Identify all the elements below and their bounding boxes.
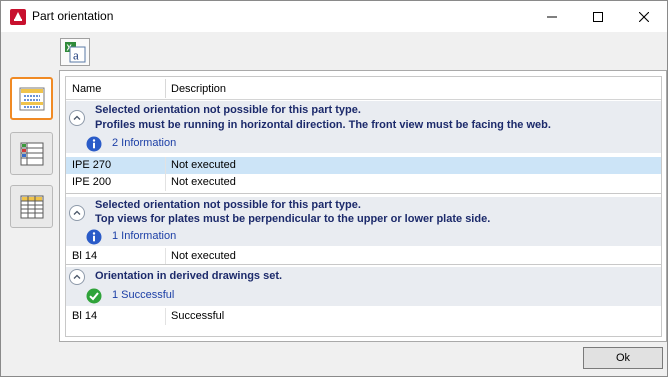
group-count[interactable]: 1 Information — [112, 230, 176, 242]
success-check-icon — [86, 288, 102, 304]
table-row[interactable]: Bl 14 Not executed — [66, 248, 661, 265]
excel-export-icon: X a — [65, 42, 86, 63]
message-group: Orientation in derived drawings set. 1 S… — [66, 267, 661, 325]
view-table-button[interactable] — [10, 132, 53, 175]
part-orientation-dialog: Part orientation X a Name Description Se… — [0, 0, 668, 377]
collapse-button[interactable] — [69, 110, 85, 126]
export-excel-button[interactable]: X a — [60, 38, 90, 66]
app-icon — [10, 9, 26, 25]
row-name: IPE 200 — [72, 176, 112, 188]
close-icon — [639, 11, 649, 22]
view-sheet-button[interactable] — [10, 185, 53, 228]
row-name: Bl 14 — [72, 250, 98, 262]
group-summary: 1 Successful — [66, 286, 661, 306]
message-group: Selected orientation not possible for th… — [66, 101, 661, 193]
message-group: Selected orientation not possible for th… — [66, 197, 661, 265]
collapse-button[interactable] — [69, 205, 85, 221]
group-count[interactable]: 2 Information — [112, 137, 176, 149]
chevron-up-icon — [73, 115, 81, 120]
results-panel: Name Description Selected orientation no… — [59, 70, 667, 342]
group-message-line1: Orientation in derived drawings set. — [95, 270, 283, 282]
group-header: Selected orientation not possible for th… — [66, 197, 661, 228]
column-divider[interactable] — [165, 79, 166, 98]
row-name: Bl 14 — [72, 310, 98, 322]
window-title: Part orientation — [32, 9, 114, 23]
ok-button[interactable]: Ok — [583, 347, 663, 369]
results-grid: Name Description Selected orientation no… — [65, 76, 662, 337]
group-header: Selected orientation not possible for th… — [66, 101, 661, 135]
table-row[interactable]: Bl 14 Successful — [66, 308, 661, 325]
maximize-icon — [593, 11, 603, 22]
table-icon — [20, 142, 43, 165]
group-header: Orientation in derived drawings set. — [66, 267, 661, 286]
grouped-list-icon — [19, 87, 44, 110]
row-description: Not executed — [171, 159, 236, 171]
row-description: Not executed — [171, 250, 236, 262]
group-count[interactable]: 1 Successful — [112, 289, 174, 301]
table-row[interactable]: IPE 200 Not executed — [66, 174, 661, 191]
chevron-up-icon — [73, 274, 81, 279]
chevron-up-icon — [73, 210, 81, 215]
group-divider — [66, 193, 661, 194]
cell-divider — [165, 308, 166, 325]
info-icon — [86, 136, 102, 152]
group-summary: 2 Information — [66, 135, 661, 153]
minimize-button[interactable] — [529, 1, 575, 32]
svg-text:a: a — [73, 48, 79, 63]
group-message-line1: Selected orientation not possible for th… — [95, 104, 361, 116]
spreadsheet-icon — [20, 195, 43, 218]
row-description: Successful — [171, 310, 225, 322]
row-name: IPE 270 — [72, 159, 112, 171]
minimize-icon — [547, 16, 557, 17]
view-grouped-button[interactable] — [10, 77, 53, 120]
info-icon — [86, 229, 102, 245]
grid-header: Name Description — [66, 77, 661, 100]
group-message-line1: Selected orientation not possible for th… — [95, 199, 361, 211]
collapse-button[interactable] — [69, 269, 85, 285]
group-message-line2: Profiles must be running in horizontal d… — [95, 119, 551, 131]
table-row[interactable]: IPE 270 Not executed — [66, 157, 661, 174]
row-description: Not executed — [171, 176, 236, 188]
group-summary: 1 Information — [66, 228, 661, 246]
column-header-name[interactable]: Name — [72, 83, 101, 95]
group-divider — [66, 264, 661, 265]
group-message-line2: Top views for plates must be perpendicul… — [95, 213, 491, 225]
column-header-description[interactable]: Description — [171, 83, 226, 95]
maximize-button[interactable] — [575, 1, 621, 32]
cell-divider — [165, 248, 166, 265]
cell-divider — [165, 174, 166, 191]
title-bar: Part orientation — [1, 1, 667, 32]
close-button[interactable] — [621, 1, 667, 32]
cell-divider — [165, 157, 166, 174]
